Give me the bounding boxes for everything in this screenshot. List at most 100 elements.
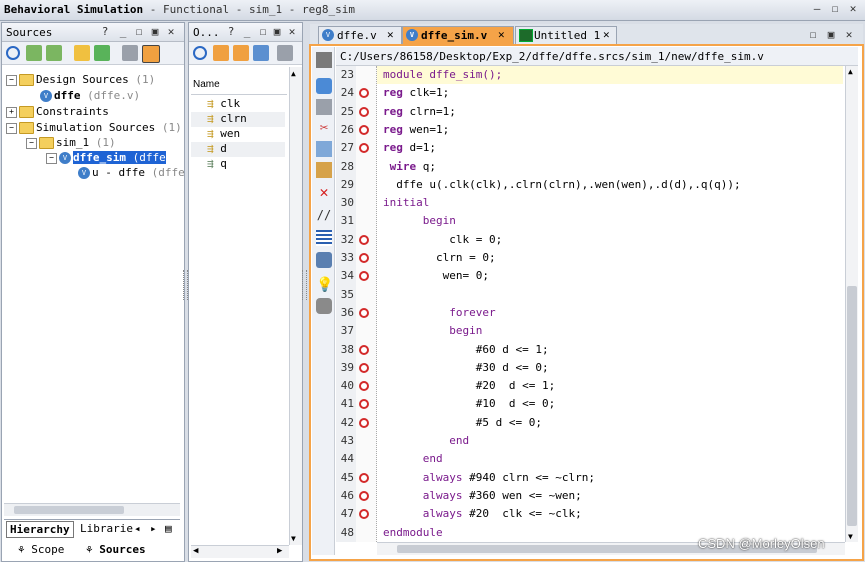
object-item[interactable]: ⇶ wen: [207, 127, 240, 142]
hand-icon[interactable]: [316, 298, 332, 314]
panel-close-icon[interactable]: ✕: [165, 25, 177, 38]
code-line[interactable]: reg wen=1;: [383, 123, 843, 141]
vertical-scrollbar[interactable]: ▲ ▼: [289, 67, 302, 545]
code-line[interactable]: reg clk=1;: [383, 86, 843, 104]
breakpoint-icon[interactable]: [359, 472, 369, 483]
code-line[interactable]: #10 d <= 0;: [383, 397, 843, 415]
panel-close-icon[interactable]: ✕: [286, 25, 298, 38]
breakpoint-gutter[interactable]: [356, 66, 377, 542]
code-line[interactable]: reg clrn=1;: [383, 105, 843, 123]
indent-icon[interactable]: [316, 230, 332, 246]
open-folder-icon[interactable]: [74, 45, 90, 61]
code-line[interactable]: always #20 clk <= ~clk;: [383, 507, 843, 525]
cut-icon[interactable]: ✂: [316, 120, 332, 136]
horizontal-scrollbar[interactable]: ◀ ▶: [191, 545, 289, 558]
code-line[interactable]: #30 d <= 0;: [383, 361, 843, 379]
collapse-all-icon[interactable]: [26, 45, 42, 61]
code-line[interactable]: always #360 wen <= ~wen;: [383, 489, 843, 507]
tab-list-icon[interactable]: ▤: [165, 522, 172, 535]
code-line[interactable]: begin: [383, 324, 843, 342]
tree-item-dffe-sim[interactable]: − Vdffe_sim (dffe: [46, 151, 166, 166]
maximize-button[interactable]: ☐: [829, 2, 841, 15]
delete-icon[interactable]: ✕: [316, 183, 332, 201]
object-item[interactable]: ⇶ d: [191, 142, 285, 157]
code-line[interactable]: #20 d <= 1;: [383, 379, 843, 397]
object-item[interactable]: ⇶ q: [207, 157, 227, 172]
code-line[interactable]: reg d=1;: [383, 141, 843, 159]
splitter-handle[interactable]: [183, 270, 188, 300]
document-icon[interactable]: [122, 45, 138, 61]
code-line[interactable]: module dffe_sim();: [383, 68, 843, 86]
breakpoint-icon[interactable]: [359, 362, 369, 373]
output-filter-icon[interactable]: [233, 45, 249, 61]
panel-maximize-icon[interactable]: ▣: [271, 25, 283, 38]
tree-item-design-sources[interactable]: − Design Sources (1): [6, 73, 155, 88]
code-line[interactable]: always #940 clrn <= ~clrn;: [383, 471, 843, 489]
tree-item-u-dffe[interactable]: Vu - dffe (dffe: [78, 166, 185, 181]
breakpoint-icon[interactable]: [359, 417, 369, 428]
object-item[interactable]: ⇶ clk: [207, 97, 240, 112]
close-icon[interactable]: ✕: [847, 2, 859, 15]
panel-help-icon[interactable]: ?: [225, 25, 237, 38]
code-editor[interactable]: module dffe_sim(); reg clk=1; reg clrn=1; r…: [383, 66, 843, 542]
horizontal-scrollbar[interactable]: [4, 503, 180, 516]
close-tab-icon[interactable]: ✕: [603, 28, 610, 41]
panel-help-icon[interactable]: ?: [99, 25, 111, 38]
code-line[interactable]: #60 d <= 1;: [383, 343, 843, 361]
panel-minimize-icon[interactable]: _: [241, 25, 253, 38]
save-icon[interactable]: [316, 52, 332, 68]
add-sources-icon[interactable]: [94, 45, 110, 61]
close-tab-icon[interactable]: ✕: [387, 28, 394, 41]
breakpoint-icon[interactable]: [359, 253, 369, 263]
tree-item-constraints[interactable]: + Constraints: [6, 105, 109, 120]
breakpoint-icon[interactable]: [359, 124, 369, 135]
code-line[interactable]: wire q;: [383, 160, 843, 178]
comment-icon[interactable]: //: [316, 208, 332, 224]
breakpoint-icon[interactable]: [359, 344, 369, 355]
close-tab-icon[interactable]: ✕: [498, 28, 505, 41]
breakpoint-icon[interactable]: [359, 490, 369, 501]
code-line[interactable]: wen= 0;: [383, 269, 843, 287]
properties-icon[interactable]: [142, 45, 160, 63]
tab-scroll-left-icon[interactable]: ◂: [134, 522, 141, 535]
scroll-thumb[interactable]: [14, 506, 124, 514]
breakpoint-icon[interactable]: [359, 106, 369, 117]
lightbulb-icon[interactable]: 💡: [316, 277, 333, 293]
tab-scroll-right-icon[interactable]: ▸: [150, 522, 157, 535]
code-line[interactable]: begin: [383, 214, 843, 232]
search-icon[interactable]: [6, 46, 20, 60]
panel-restore-icon[interactable]: ☐: [257, 25, 269, 38]
editor-vertical-scrollbar[interactable]: ▲ ▼: [845, 66, 858, 542]
code-line[interactable]: initial: [383, 196, 843, 214]
panel-restore-icon[interactable]: ☐: [133, 25, 145, 38]
code-line[interactable]: [383, 288, 843, 306]
splitter-handle[interactable]: [302, 270, 307, 300]
undo-icon[interactable]: [316, 99, 332, 115]
code-line[interactable]: end: [383, 434, 843, 452]
refresh-icon[interactable]: [316, 78, 332, 94]
settings-icon[interactable]: [277, 45, 293, 61]
minimize-button[interactable]: —: [811, 2, 823, 15]
tree-item-sim-1[interactable]: − sim_1 (1): [26, 136, 116, 151]
code-line[interactable]: clk = 0;: [383, 233, 843, 251]
search-icon[interactable]: [193, 46, 207, 60]
tab-hierarchy[interactable]: Hierarchy: [6, 521, 74, 538]
code-line[interactable]: #5 d <= 0;: [383, 416, 843, 434]
tab-scope[interactable]: ⚘ Scope: [18, 543, 64, 556]
panel-minimize-icon[interactable]: _: [117, 25, 129, 38]
tab-sources[interactable]: ⚘ Sources: [86, 543, 146, 556]
editor-maximize-icon[interactable]: ▣: [825, 28, 837, 41]
tab-libraries[interactable]: Librarie: [80, 522, 133, 535]
tree-item-dffe[interactable]: Vdffe (dffe.v): [40, 89, 140, 104]
scroll-thumb[interactable]: [847, 286, 857, 526]
editor-close-icon[interactable]: ✕: [843, 28, 855, 41]
code-line[interactable]: forever: [383, 306, 843, 324]
panel-maximize-icon[interactable]: ▣: [149, 25, 161, 38]
expand-all-icon[interactable]: [46, 45, 62, 61]
template-icon[interactable]: [316, 252, 332, 268]
tree-item-simulation-sources[interactable]: − Simulation Sources (1): [6, 121, 182, 136]
tab-untitled-1[interactable]: Untitled 1 ✕: [515, 26, 617, 44]
editor-restore-icon[interactable]: ☐: [807, 28, 819, 41]
object-item[interactable]: ⇶ clrn: [191, 112, 285, 127]
code-line[interactable]: dffe u(.clk(clk),.clrn(clrn),.wen(wen),.…: [383, 178, 843, 196]
